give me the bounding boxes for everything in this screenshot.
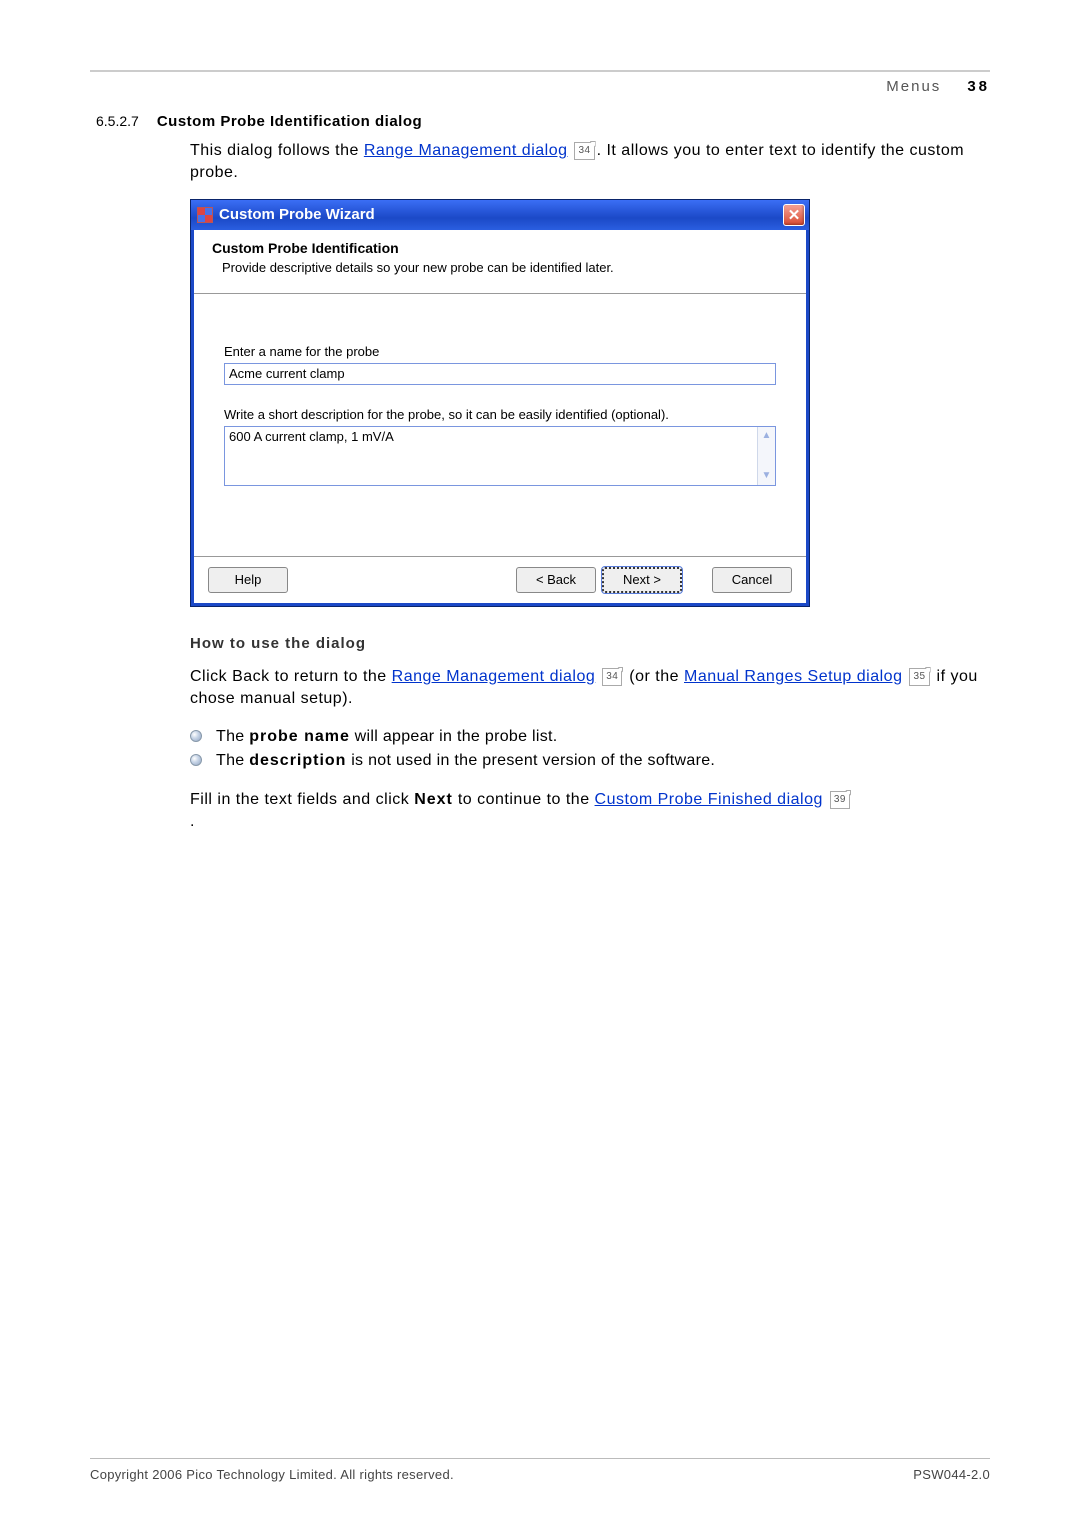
para2-pre: Click Back to return to the	[190, 668, 392, 685]
howto-heading: How to use the dialog	[190, 635, 990, 652]
link-manual-ranges[interactable]: Manual Ranges Setup dialog	[684, 668, 902, 685]
link-range-management-2[interactable]: Range Management dialog	[392, 668, 596, 685]
next-button[interactable]: Next >	[602, 567, 682, 593]
bullet1-pre: The	[216, 728, 249, 745]
section-title: Custom Probe Identification dialog	[157, 113, 422, 130]
bullet-icon	[190, 754, 202, 766]
section-number: 6.5.2.7	[96, 113, 139, 129]
wizard-subdesc: Provide descriptive details so your new …	[222, 260, 788, 275]
list-item: The description is not used in the prese…	[190, 749, 990, 773]
probe-name-input[interactable]	[224, 363, 776, 385]
section-heading: 6.5.2.7 Custom Probe Identification dial…	[96, 113, 990, 130]
para3-bold: Next	[414, 791, 453, 808]
probe-desc-field: ▲ ▼	[224, 426, 776, 486]
probe-desc-label: Write a short description for the probe,…	[224, 407, 776, 422]
pageref-35[interactable]: 35	[909, 668, 929, 686]
para3-mid: to continue to the	[453, 791, 595, 808]
bullet2-pre: The	[216, 752, 249, 769]
bullet2-bold: description	[249, 752, 346, 769]
bullet1-rest: will appear in the probe list.	[350, 728, 558, 745]
close-icon[interactable]: ✕	[783, 204, 805, 226]
wizard-form: Enter a name for the probe Write a short…	[194, 294, 806, 556]
window-body: Custom Probe Identification Provide desc…	[191, 230, 809, 606]
para-back: Click Back to return to the Range Manage…	[190, 666, 990, 711]
probe-name-label: Enter a name for the probe	[224, 344, 776, 359]
intro-text-pre: This dialog follows the	[190, 142, 364, 159]
footer-docid: PSW044-2.0	[913, 1467, 990, 1482]
bullet1-bold: probe name	[249, 728, 350, 745]
app-icon	[197, 207, 213, 223]
pageref-39[interactable]: 39	[830, 791, 850, 809]
probe-desc-textarea[interactable]	[225, 427, 757, 485]
bullet-list: The probe name will appear in the probe …	[190, 725, 990, 773]
bullet-icon	[190, 730, 202, 742]
header-page-number: 38	[967, 78, 990, 95]
back-button[interactable]: < Back	[516, 567, 596, 593]
wizard-subheader: Custom Probe Identification Provide desc…	[194, 230, 806, 294]
para3-post: .	[190, 813, 195, 830]
para3-pre: Fill in the text fields and click	[190, 791, 414, 808]
page-header: Menus 38	[90, 78, 990, 95]
pageref-34-a[interactable]: 34	[574, 142, 594, 160]
link-custom-probe-finished[interactable]: Custom Probe Finished dialog	[595, 791, 823, 808]
para-next: Fill in the text fields and click Next t…	[190, 789, 990, 834]
wizard-screenshot: Custom Probe Wizard ✕ Custom Probe Ident…	[190, 199, 990, 607]
scroll-down-icon[interactable]: ▼	[758, 467, 775, 485]
wizard-subtitle: Custom Probe Identification	[212, 240, 788, 256]
pageref-34-b[interactable]: 34	[602, 668, 622, 686]
footer-copyright: Copyright 2006 Pico Technology Limited. …	[90, 1467, 454, 1482]
titlebar: Custom Probe Wizard ✕	[191, 200, 809, 230]
page-footer: Copyright 2006 Pico Technology Limited. …	[90, 1458, 990, 1482]
window-title: Custom Probe Wizard	[219, 206, 375, 223]
textarea-scrollbar[interactable]: ▲ ▼	[757, 427, 775, 485]
para2-mid: (or the	[624, 668, 684, 685]
wizard-button-row: Help < Back Next > Cancel	[194, 556, 806, 603]
cancel-button[interactable]: Cancel	[712, 567, 792, 593]
list-item: The probe name will appear in the probe …	[190, 725, 990, 749]
help-button[interactable]: Help	[208, 567, 288, 593]
intro-paragraph: This dialog follows the Range Management…	[190, 140, 990, 185]
link-range-management-1[interactable]: Range Management dialog	[364, 142, 568, 159]
header-section-label: Menus	[886, 78, 941, 95]
scroll-up-icon[interactable]: ▲	[758, 427, 775, 445]
wizard-window: Custom Probe Wizard ✕ Custom Probe Ident…	[190, 199, 810, 607]
header-divider	[90, 70, 990, 72]
bullet2-rest: is not used in the present version of th…	[346, 752, 715, 769]
